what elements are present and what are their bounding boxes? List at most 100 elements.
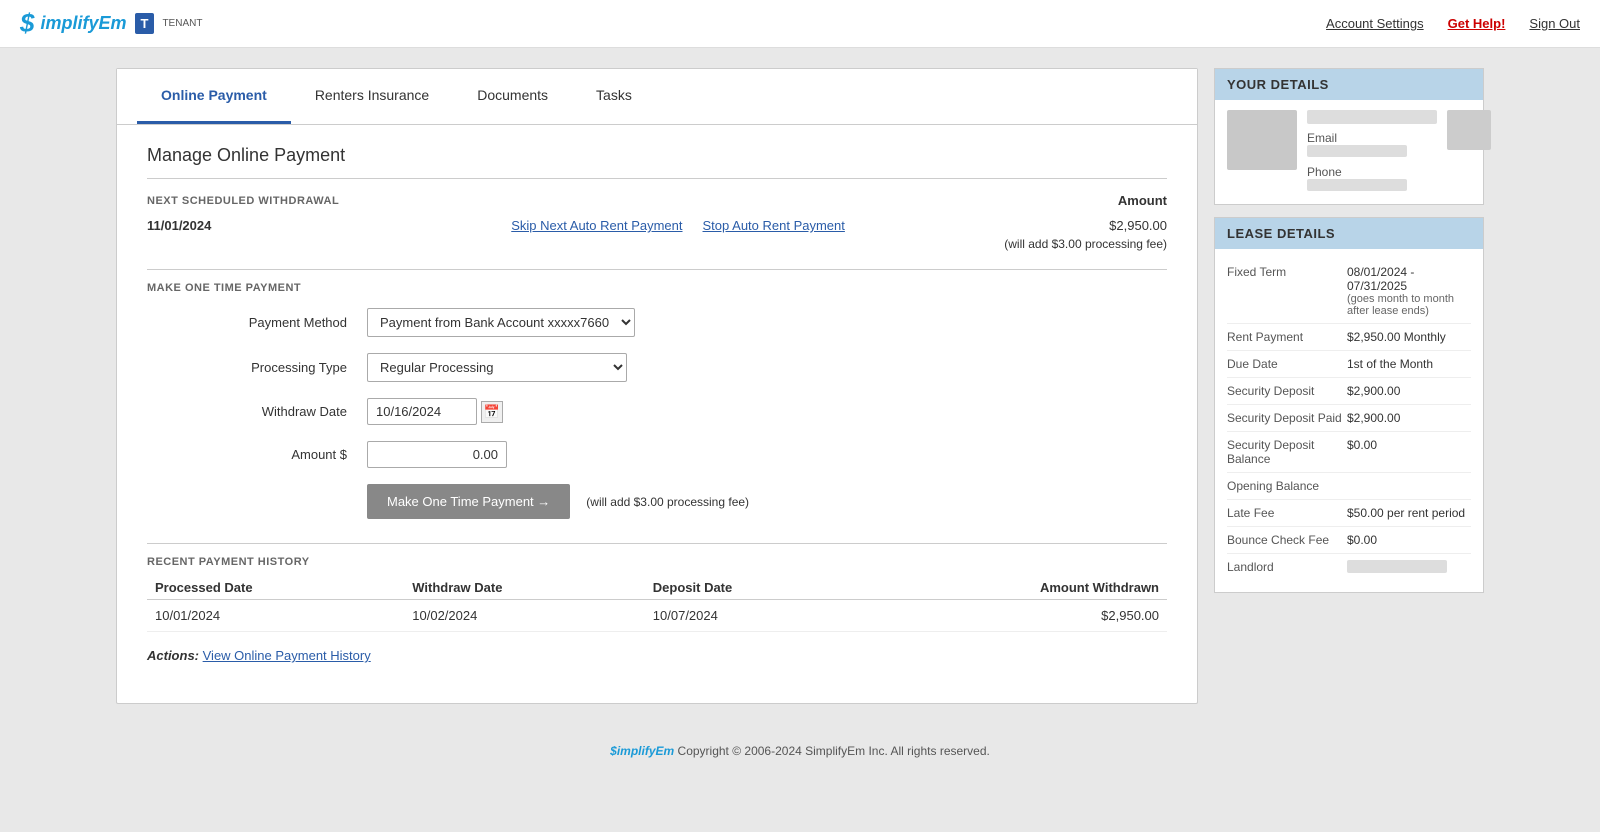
payment-method-row: Payment Method Payment from Bank Account… <box>147 308 1167 337</box>
lease-key: Bounce Check Fee <box>1227 533 1347 547</box>
lease-key: Landlord <box>1227 560 1347 576</box>
details-info: Email Phone <box>1307 110 1437 194</box>
lease-details-section: LEASE DETAILS Fixed Term08/01/2024 - 07/… <box>1214 217 1484 593</box>
payment-history-table: Processed Date Withdraw Date Deposit Dat… <box>147 576 1167 632</box>
content-area: Online Payment Renters Insurance Documen… <box>116 68 1198 704</box>
processing-type-label: Processing Type <box>147 360 367 375</box>
processing-type-row: Processing Type Regular Processing <box>147 353 1167 382</box>
processing-type-select[interactable]: Regular Processing <box>367 353 627 382</box>
col-processed-date: Processed Date <box>147 576 404 600</box>
footer: $implifyEm Copyright © 2006-2024 Simplif… <box>0 724 1600 778</box>
tabs-bar: Online Payment Renters Insurance Documen… <box>117 69 1197 125</box>
your-details-content: Email Phone <box>1215 100 1483 204</box>
avatar <box>1227 110 1297 170</box>
main-layout: Online Payment Renters Insurance Documen… <box>100 48 1500 724</box>
col-withdraw-date: Withdraw Date <box>404 576 645 600</box>
scheduled-amount: $2,950.00 <box>1109 218 1167 233</box>
withdraw-date-label: Withdraw Date <box>147 404 367 419</box>
lease-value: $2,900.00 <box>1347 384 1471 398</box>
sidebar: YOUR DETAILS Email Phone <box>1214 68 1484 605</box>
view-payment-history-link[interactable]: View Online Payment History <box>203 648 371 663</box>
scheduled-date: 11/01/2024 <box>147 218 247 233</box>
amount-row: Amount $ <box>147 441 1167 468</box>
lease-key: Rent Payment <box>1227 330 1347 344</box>
next-scheduled-header: NEXT SCHEDULED WITHDRAWAL Amount <box>147 193 1167 208</box>
lease-details-content: Fixed Term08/01/2024 - 07/31/2025 (goes … <box>1215 249 1483 592</box>
get-help-link[interactable]: Get Help! <box>1448 16 1506 31</box>
submit-row: Make One Time Payment → (will add $3.00 … <box>367 484 1167 519</box>
phone-redacted <box>1307 179 1407 191</box>
lease-key: Opening Balance <box>1227 479 1347 493</box>
amount-header: Amount <box>1118 193 1167 208</box>
tab-renters-insurance[interactable]: Renters Insurance <box>291 69 453 124</box>
lease-value <box>1347 560 1471 576</box>
header-nav: Account Settings Get Help! Sign Out <box>1326 16 1580 31</box>
account-settings-link[interactable]: Account Settings <box>1326 16 1424 31</box>
landlord-redacted <box>1347 560 1447 573</box>
phone-row: Phone <box>1307 164 1437 194</box>
stop-auto-payment-link[interactable]: Stop Auto Rent Payment <box>703 218 845 233</box>
lease-details-header: LEASE DETAILS <box>1215 218 1483 249</box>
history-cell-processed_date: 10/01/2024 <box>147 600 404 632</box>
lease-row: Bounce Check Fee$0.00 <box>1227 527 1471 554</box>
table-row: 10/01/202410/02/202410/07/2024$2,950.00 <box>147 600 1167 632</box>
history-table-header: Processed Date Withdraw Date Deposit Dat… <box>147 576 1167 600</box>
title-divider <box>147 178 1167 179</box>
payment-method-select[interactable]: Payment from Bank Account xxxxx7660 <box>367 308 635 337</box>
lease-row: Rent Payment$2,950.00 Monthly <box>1227 324 1471 351</box>
email-redacted <box>1307 145 1407 157</box>
lease-key: Security Deposit Balance <box>1227 438 1347 466</box>
lease-key: Late Fee <box>1227 506 1347 520</box>
logo-badge: T <box>135 13 155 34</box>
page-title: Manage Online Payment <box>147 145 1167 166</box>
amount-input[interactable] <box>367 441 507 468</box>
lease-row: Late Fee$50.00 per rent period <box>1227 500 1471 527</box>
lease-row: Security Deposit$2,900.00 <box>1227 378 1471 405</box>
next-scheduled-label: NEXT SCHEDULED WITHDRAWAL <box>147 195 339 207</box>
history-cell-amount_withdrawn: $2,950.00 <box>861 600 1167 632</box>
footer-copyright: Copyright © 2006-2024 SimplifyEm Inc. Al… <box>678 744 990 758</box>
email-row: Email <box>1307 130 1437 160</box>
amount-input-wrapper <box>367 441 507 468</box>
footer-logo: $implifyEm <box>610 744 674 758</box>
payment-method-label: Payment Method <box>147 315 367 330</box>
lease-row: Security Deposit Balance$0.00 <box>1227 432 1471 473</box>
lease-value: $0.00 <box>1347 533 1471 547</box>
actions-label: Actions: <box>147 648 199 663</box>
one-time-section-label: MAKE ONE TIME PAYMENT <box>147 282 1167 294</box>
sign-out-link[interactable]: Sign Out <box>1529 16 1580 31</box>
lease-value: $0.00 <box>1347 438 1471 466</box>
tab-tasks[interactable]: Tasks <box>572 69 656 124</box>
skip-next-payment-link[interactable]: Skip Next Auto Rent Payment <box>511 218 682 233</box>
lease-key: Fixed Term <box>1227 265 1347 317</box>
tenant-label: TENANT <box>162 18 202 29</box>
lease-value: 1st of the Month <box>1347 357 1471 371</box>
withdraw-date-input[interactable] <box>367 398 477 425</box>
tab-online-payment[interactable]: Online Payment <box>137 69 291 124</box>
submit-payment-button[interactable]: Make One Time Payment → <box>367 484 570 519</box>
payment-method-select-wrapper: Payment from Bank Account xxxxx7660 <box>367 308 635 337</box>
section-divider-2 <box>147 543 1167 544</box>
lease-value: $2,950.00 Monthly <box>1347 330 1471 344</box>
withdraw-date-input-wrapper: 📅 <box>367 398 503 425</box>
lease-value <box>1347 479 1471 493</box>
history-cell-deposit_date: 10/07/2024 <box>645 600 861 632</box>
phone-label: Phone <box>1307 165 1342 179</box>
scheduled-links: Skip Next Auto Rent Payment Stop Auto Re… <box>247 218 1109 233</box>
secondary-photo <box>1447 110 1491 150</box>
lease-key: Security Deposit <box>1227 384 1347 398</box>
name-redacted <box>1307 110 1437 124</box>
submit-fee-note: (will add $3.00 processing fee) <box>586 495 749 509</box>
lease-note: (goes month to month after lease ends) <box>1347 293 1471 317</box>
history-cell-withdraw_date: 10/02/2024 <box>404 600 645 632</box>
calendar-icon[interactable]: 📅 <box>481 401 503 423</box>
email-label: Email <box>1307 131 1337 145</box>
your-details-section: YOUR DETAILS Email Phone <box>1214 68 1484 205</box>
lease-row: Fixed Term08/01/2024 - 07/31/2025 (goes … <box>1227 259 1471 324</box>
lease-row: Landlord <box>1227 554 1471 582</box>
scheduled-row: 11/01/2024 Skip Next Auto Rent Payment S… <box>147 218 1167 233</box>
lease-row: Security Deposit Paid$2,900.00 <box>1227 405 1471 432</box>
tab-documents[interactable]: Documents <box>453 69 572 124</box>
app-header: $ implifyEm T TENANT Account Settings Ge… <box>0 0 1600 48</box>
lease-key: Security Deposit Paid <box>1227 411 1347 425</box>
